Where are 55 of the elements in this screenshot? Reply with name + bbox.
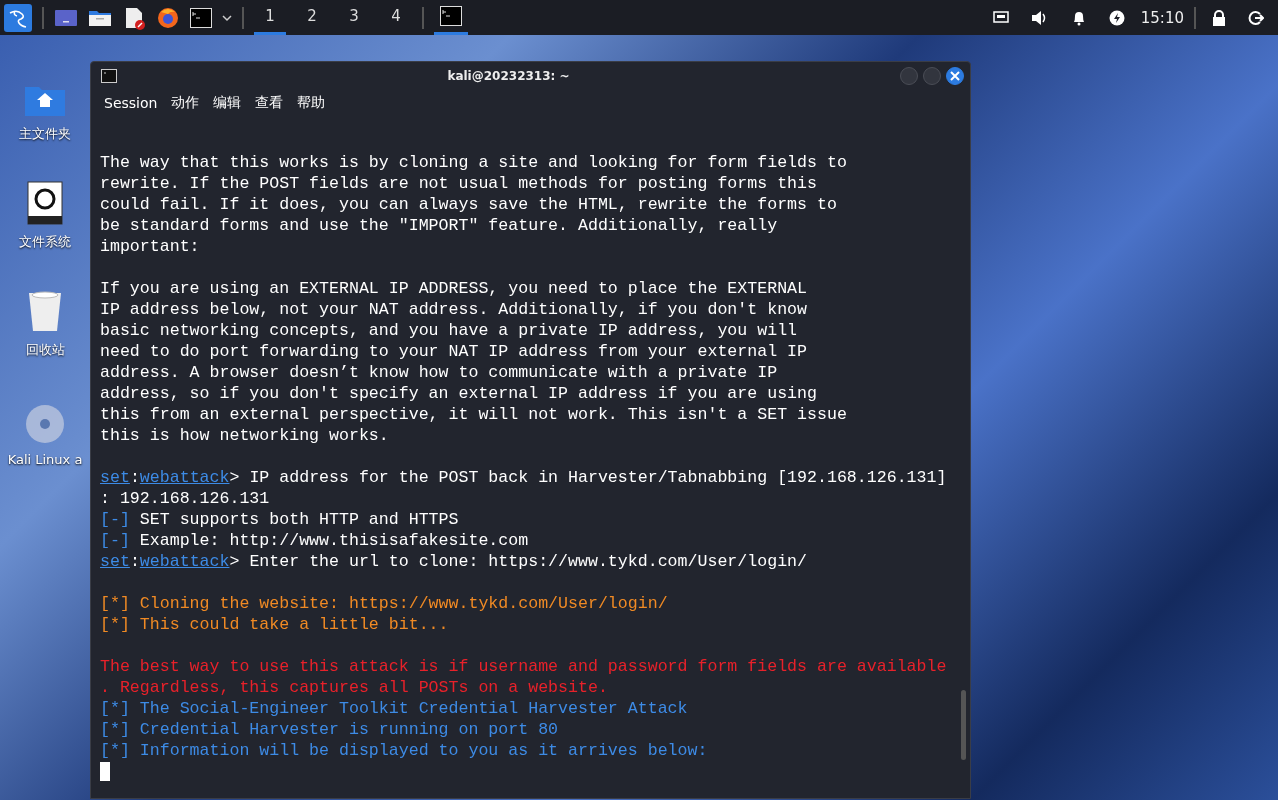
text-cursor xyxy=(100,762,110,782)
terminal-line: [*] The Social-Engineer Toolkit Credential Harvester Attack xyxy=(100,698,689,719)
terminal-icon xyxy=(440,6,462,26)
drive-icon[interactable] xyxy=(27,181,63,225)
desktop-icon-label[interactable]: 文件系统 xyxy=(19,233,71,251)
terminal-line: important: xyxy=(100,236,201,257)
terminal-line: The best way to use this attack is if username and password form fields are available xyxy=(100,656,948,677)
logout-icon[interactable] xyxy=(1248,9,1264,26)
browser-icon[interactable] xyxy=(156,5,180,30)
desktop-icon-label[interactable]: 回收站 xyxy=(25,341,65,359)
menu-item[interactable]: Session xyxy=(104,95,158,111)
chevron-down-icon[interactable] xyxy=(222,13,232,22)
terminal-line: this is how networking works. xyxy=(100,425,390,446)
terminal-line: need to do port forwarding to your NAT IP address from your external IP xyxy=(100,341,808,362)
menu-item[interactable]: 帮助 xyxy=(297,94,326,112)
terminal-line: [*] This could take a little bit... xyxy=(100,614,450,635)
lock-icon[interactable] xyxy=(1212,9,1226,26)
terminal-line: [*] Credential Harvester is running on port 80 xyxy=(100,719,560,740)
terminal-line: address. A browser doesn’t know how to communicate with a private IP xyxy=(100,362,779,383)
terminal-line: IP address below, not your NAT address. Additionally, if you don't know xyxy=(100,299,808,320)
terminal-line: If you are using an EXTERNAL IP ADDRESS, you need to place the EXTERNAL xyxy=(100,278,808,299)
workspace-tab[interactable]: 2 xyxy=(296,0,328,35)
terminal-prompt-line: set:webattack> IP address for the POST back in Harvester/Tabnabbing [192.168.126.131] xyxy=(100,467,948,488)
menu-item[interactable]: 查看 xyxy=(255,94,284,112)
network-icon[interactable] xyxy=(992,10,1009,25)
terminal-line: [-] Example: http://www.thisisafakesite.com xyxy=(100,530,530,551)
terminal-line: address, so if you don't specify an external IP address if you are using xyxy=(100,383,818,404)
terminal-icon xyxy=(101,68,117,83)
terminal-line: could fail. If it does, you can always save the HTML, rewrite the forms to xyxy=(100,194,838,215)
workspace-tab[interactable]: 4 xyxy=(380,0,412,35)
menu-item[interactable]: 动作 xyxy=(171,94,200,112)
trash-icon[interactable] xyxy=(27,289,63,333)
close-button[interactable] xyxy=(946,66,964,85)
terminal-line: this from an external perspective, it will not work. This isn't a SET issue xyxy=(100,404,848,425)
close-icon xyxy=(950,70,960,81)
desktop-icon[interactable] xyxy=(54,7,78,28)
terminal-line: : 192.168.126.131 xyxy=(100,488,271,509)
terminal-line: [*] Information will be displayed to you as it arrives below: xyxy=(100,740,709,761)
menu-item[interactable]: 编辑 xyxy=(213,94,242,112)
terminal-line: rewrite. If the POST fields are not usual methods for posting forms this xyxy=(100,173,818,194)
desktop-icon-label[interactable]: 主文件夹 xyxy=(19,125,71,143)
workspace-tab[interactable]: 3 xyxy=(338,0,370,35)
terminal-line: . Regardless, this captures all POSTs on a website. xyxy=(100,677,609,698)
terminal-line: The way that this works is by cloning a site and looking for form fields to xyxy=(100,152,848,173)
terminal-icon[interactable] xyxy=(190,7,212,28)
app-menu-button[interactable] xyxy=(4,3,32,32)
terminal-line: basic networking concepts, and you have a private IP address, you will xyxy=(100,320,799,341)
terminal-line: be standard forms and use the "IMPORT" feature. Additionally, really xyxy=(100,215,779,236)
window-title: kali@20232313: ~ xyxy=(446,68,571,83)
terminal-prompt-line: set:webattack> Enter the url to clone: https://www.tykd.com/User/login/ xyxy=(100,551,809,572)
terminal-line: [*] Cloning the website: https://www.tykd.com/User/login/ xyxy=(100,593,669,614)
terminal-line: [-] SET supports both HTTP and HTTPS xyxy=(100,509,460,530)
power-icon[interactable] xyxy=(1108,9,1125,26)
clock[interactable]: 15:10 xyxy=(1140,8,1184,27)
scrollbar-thumb[interactable] xyxy=(961,690,966,760)
